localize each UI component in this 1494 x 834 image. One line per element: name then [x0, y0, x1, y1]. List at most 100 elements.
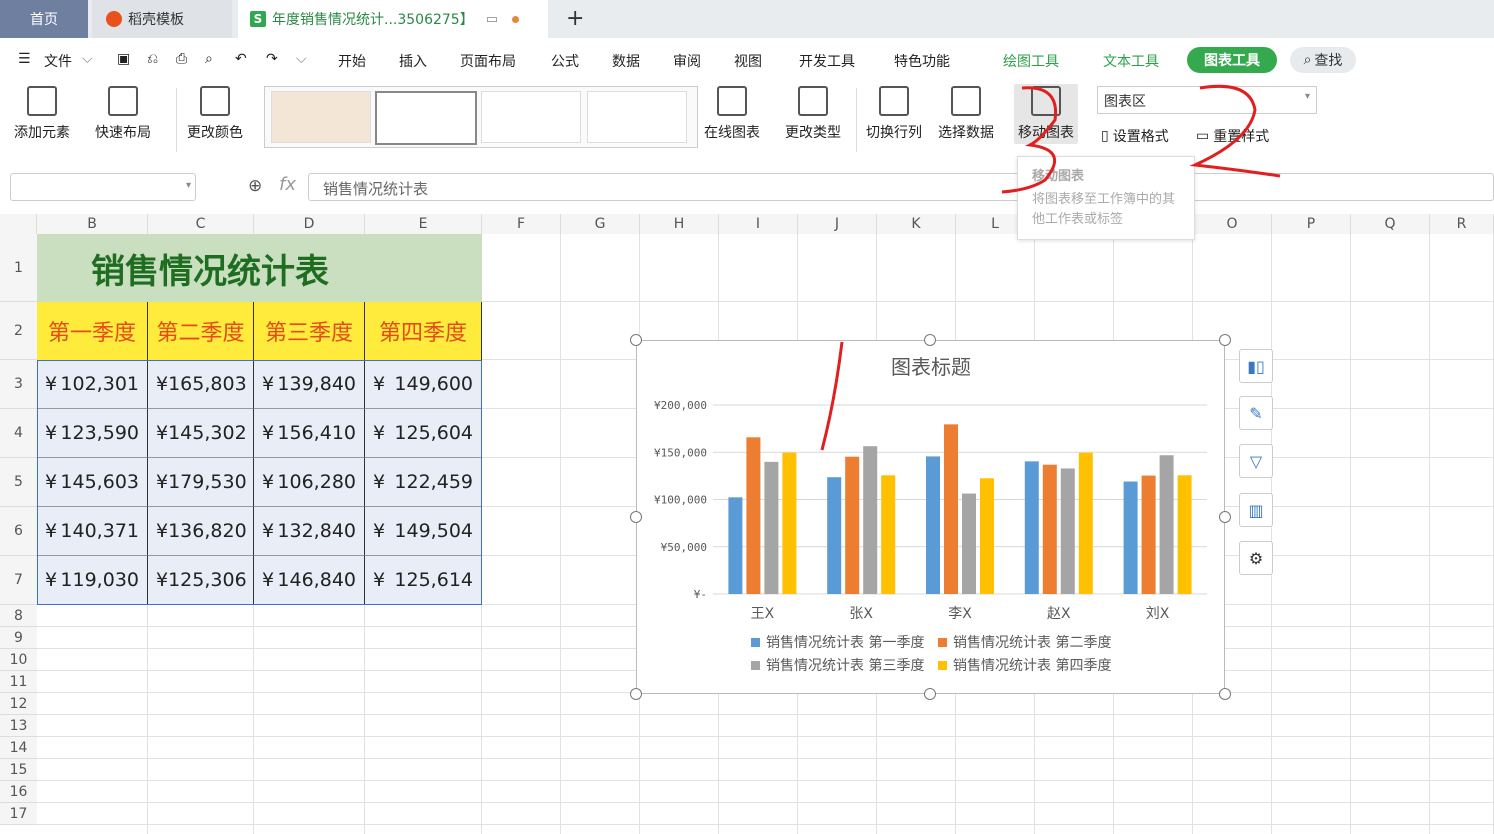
- sales-value-cell[interactable]: ¥140,371: [37, 507, 148, 556]
- select-data-button[interactable]: 选择数据: [938, 86, 994, 142]
- row-header-11[interactable]: 11: [0, 671, 37, 693]
- column-header-B[interactable]: B: [37, 214, 148, 234]
- save-icon[interactable]: ▣: [117, 51, 130, 67]
- column-header-F[interactable]: F: [482, 214, 561, 234]
- column-header-K[interactable]: K: [877, 214, 956, 234]
- sales-value-cell[interactable]: ¥102,301: [37, 360, 148, 409]
- online-chart-side-icon[interactable]: ▥: [1239, 493, 1273, 527]
- menu-page-layout[interactable]: 页面布局: [460, 51, 516, 71]
- row-header-13[interactable]: 13: [0, 715, 37, 737]
- tab-daoke-template[interactable]: 稻壳模板: [92, 0, 232, 38]
- monitor-icon[interactable]: ▭: [486, 12, 498, 27]
- column-header-G[interactable]: G: [561, 214, 640, 234]
- search-button[interactable]: ⌕ 查找: [1290, 47, 1356, 73]
- sales-value-cell[interactable]: ¥122,459: [365, 458, 482, 507]
- print-icon[interactable]: ⎙: [176, 51, 187, 67]
- menu-data[interactable]: 数据: [612, 51, 640, 71]
- tab-text-tools[interactable]: 文本工具: [1103, 51, 1159, 71]
- column-header-O[interactable]: O: [1193, 214, 1272, 234]
- chart-style-3[interactable]: [481, 91, 581, 143]
- sales-value-cell[interactable]: ¥106,280: [254, 458, 365, 507]
- tab-draw-tools[interactable]: 绘图工具: [1003, 51, 1059, 71]
- column-header-J[interactable]: J: [798, 214, 877, 234]
- chart-element-select[interactable]: 图表区 ▾: [1097, 86, 1317, 114]
- name-box[interactable]: ▾: [10, 173, 196, 201]
- select-all-corner[interactable]: [0, 214, 37, 234]
- quick-layout-button[interactable]: 快速布局: [95, 86, 151, 142]
- file-menu[interactable]: 文件: [44, 51, 72, 71]
- chevron-down-icon[interactable]: ⌵: [82, 51, 93, 67]
- move-chart-button[interactable]: 移动图表: [1014, 84, 1078, 144]
- sales-value-cell[interactable]: ¥165,803: [148, 360, 254, 409]
- row-header-3[interactable]: 3: [0, 360, 37, 409]
- chart-style-4[interactable]: [587, 91, 687, 143]
- column-header-H[interactable]: H: [640, 214, 719, 234]
- row-header-17[interactable]: 17: [0, 803, 37, 825]
- row-header-1[interactable]: 1: [0, 234, 37, 302]
- sales-value-cell[interactable]: ¥139,840: [254, 360, 365, 409]
- menu-review[interactable]: 审阅: [673, 51, 701, 71]
- sales-value-cell[interactable]: ¥145,302: [148, 409, 254, 458]
- online-chart-button[interactable]: 在线图表: [704, 86, 760, 142]
- change-color-button[interactable]: 更改颜色: [187, 86, 243, 142]
- chart-elements-icon[interactable]: ▮▯: [1239, 349, 1273, 383]
- sales-value-cell[interactable]: ¥125,604: [365, 409, 482, 458]
- row-header-8[interactable]: 8: [0, 605, 37, 627]
- column-header-C[interactable]: C: [148, 214, 254, 234]
- add-element-button[interactable]: 添加元素: [14, 86, 70, 142]
- sales-value-cell[interactable]: ¥125,614: [365, 556, 482, 605]
- row-header-9[interactable]: 9: [0, 627, 37, 649]
- resize-handle[interactable]: [924, 334, 936, 346]
- row-header-10[interactable]: 10: [0, 649, 37, 671]
- column-header-I[interactable]: I: [719, 214, 798, 234]
- chart-style-1[interactable]: [271, 91, 371, 143]
- customize-icon[interactable]: ⌵: [296, 51, 307, 67]
- menu-developer[interactable]: 开发工具: [799, 51, 855, 71]
- sales-value-cell[interactable]: ¥123,590: [37, 409, 148, 458]
- chart-object[interactable]: 图表标题 ¥- ¥50,000 ¥100,000 ¥150,000 ¥200,000 王X 张…: [636, 340, 1225, 694]
- hamburger-icon[interactable]: ☰: [18, 51, 31, 67]
- sales-value-cell[interactable]: ¥179,530: [148, 458, 254, 507]
- column-header-Q[interactable]: Q: [1351, 214, 1430, 234]
- sales-value-cell[interactable]: ¥146,840: [254, 556, 365, 605]
- chart-filter-icon[interactable]: ▽: [1239, 444, 1273, 478]
- resize-handle[interactable]: [630, 511, 642, 523]
- row-header-12[interactable]: 12: [0, 693, 37, 715]
- menu-formula[interactable]: 公式: [551, 51, 579, 71]
- column-header-E[interactable]: E: [365, 214, 482, 234]
- resize-handle[interactable]: [1219, 334, 1231, 346]
- row-header-4[interactable]: 4: [0, 409, 37, 458]
- menu-insert[interactable]: 插入: [399, 51, 427, 71]
- chart-settings-gear-icon[interactable]: ⚙: [1239, 541, 1273, 575]
- sales-value-cell[interactable]: ¥156,410: [254, 409, 365, 458]
- formula-input[interactable]: 销售情况统计表: [308, 173, 1494, 201]
- resize-handle[interactable]: [630, 334, 642, 346]
- change-type-button[interactable]: 更改类型: [785, 86, 841, 142]
- resize-handle[interactable]: [630, 688, 642, 700]
- resize-handle[interactable]: [924, 688, 936, 700]
- row-header-16[interactable]: 16: [0, 781, 37, 803]
- sales-value-cell[interactable]: ¥119,030: [37, 556, 148, 605]
- sales-value-cell[interactable]: ¥136,820: [148, 507, 254, 556]
- sales-value-cell[interactable]: ¥145,603: [37, 458, 148, 507]
- row-header-7[interactable]: 7: [0, 556, 37, 605]
- export-icon[interactable]: ⎌: [147, 51, 158, 67]
- zoom-icon[interactable]: ⊕: [248, 176, 262, 196]
- tab-home[interactable]: 首页: [0, 0, 88, 38]
- menu-special[interactable]: 特色功能: [894, 51, 950, 71]
- tab-chart-tools[interactable]: 图表工具: [1187, 47, 1277, 73]
- quarter-header-cell[interactable]: 第二季度: [148, 302, 254, 360]
- set-format-button[interactable]: ▯ 设置格式: [1101, 126, 1169, 146]
- quarter-header-cell[interactable]: 第三季度: [254, 302, 365, 360]
- row-header-2[interactable]: 2: [0, 302, 37, 360]
- tab-document[interactable]: S 年度销售情况统计...3506275】 ▭: [238, 0, 548, 38]
- row-header-5[interactable]: 5: [0, 458, 37, 507]
- quarter-header-cell[interactable]: 第四季度: [365, 302, 482, 360]
- chart-style-gallery[interactable]: [264, 86, 698, 148]
- sales-value-cell[interactable]: ¥132,840: [254, 507, 365, 556]
- quarter-header-cell[interactable]: 第一季度: [37, 302, 148, 360]
- resize-handle[interactable]: [1219, 511, 1231, 523]
- table-title-cell[interactable]: 销售情况统计表: [37, 234, 482, 302]
- switch-row-col-button[interactable]: 切换行列: [866, 86, 922, 142]
- sales-value-cell[interactable]: ¥149,504: [365, 507, 482, 556]
